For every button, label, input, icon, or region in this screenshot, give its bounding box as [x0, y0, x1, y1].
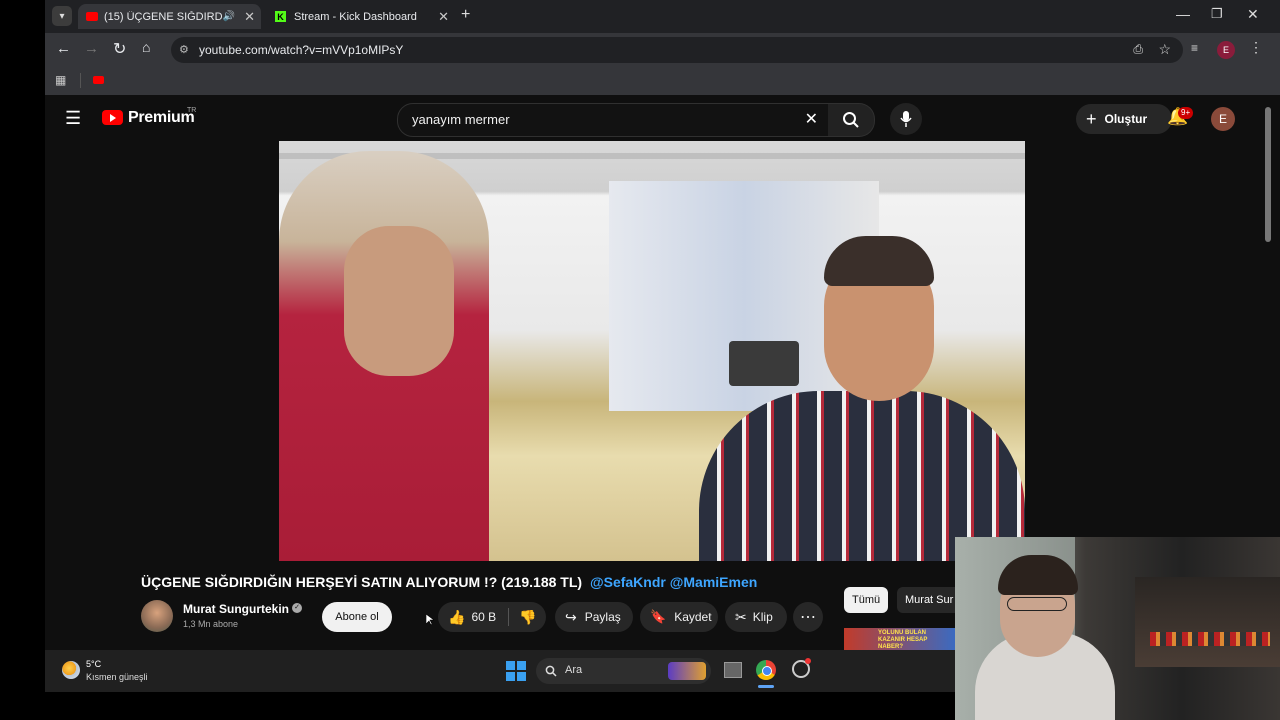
bookmarks-bar: ▦	[45, 67, 1280, 95]
region-code: TR	[187, 107, 197, 114]
kick-icon: K	[275, 11, 286, 22]
scissors-icon: ✂	[735, 608, 747, 625]
tab-kick[interactable]: K Stream - Kick Dashboard ✕	[267, 4, 455, 29]
bookmark-star-icon[interactable]: ☆	[1158, 41, 1171, 58]
weather-icon[interactable]	[62, 661, 80, 679]
site-info-icon[interactable]: ⚙	[179, 43, 189, 56]
windows-taskbar: 5°C Kısmen güneşli Ara	[45, 650, 955, 692]
plus-icon: +	[1086, 108, 1097, 129]
menu-icon[interactable]: ☰	[65, 108, 81, 129]
taskbar-search[interactable]: Ara	[536, 658, 711, 684]
title-mentions[interactable]: @SefaKndr @MamiEmen	[590, 574, 757, 590]
webcam-overlay	[955, 537, 1280, 720]
temperature[interactable]: 5°C	[86, 659, 101, 669]
kitchen-shelf	[1135, 577, 1280, 667]
close-tab-icon[interactable]: ✕	[244, 9, 255, 25]
home-icon[interactable]: ⌂	[142, 39, 150, 55]
video-title-text: ÜÇGENE SIĞDIRDIĞIN HERŞEYİ SATIN ALIYORU…	[141, 574, 583, 590]
taskbar-search-label: Ara	[565, 664, 583, 676]
channel-name[interactable]: Murat Sungurtekin	[183, 602, 289, 616]
weather-description[interactable]: Kısmen güneşli	[86, 672, 148, 682]
media-controls-icon[interactable]: ≡	[1191, 41, 1198, 55]
browser-tab-bar: ▾ (15) ÜÇGENE SIĞDIRDIĞIN 🔊 ✕ K Stream -…	[45, 0, 1280, 33]
verified-icon: ✓	[292, 603, 302, 613]
share-button[interactable]: ↪ Paylaş	[555, 602, 633, 632]
youtube-logo-icon[interactable]	[102, 110, 123, 125]
like-count[interactable]: 60 B	[471, 610, 496, 624]
notification-badge: 9+	[1178, 107, 1194, 119]
search-value: yanayım mermer	[412, 112, 510, 127]
forward-icon[interactable]: →	[84, 40, 99, 57]
search-icon	[545, 665, 557, 677]
video-player[interactable]	[279, 141, 1025, 561]
subscribe-button[interactable]: Abone ol	[322, 602, 392, 632]
back-icon[interactable]: ←	[56, 40, 71, 57]
youtube-icon	[86, 12, 98, 21]
task-view-icon[interactable]	[724, 662, 742, 678]
mouse-cursor-icon	[426, 614, 434, 626]
clip-button[interactable]: ✂ Klip	[725, 602, 787, 632]
tab-title: (15) ÜÇGENE SIĞDIRDIĞIN	[104, 10, 222, 23]
url-text: youtube.com/watch?v=mVVp1oMIPsY	[199, 43, 404, 57]
glasses	[1007, 597, 1067, 611]
browser-toolbar: ← → ↻ ⌂ ⚙ youtube.com/watch?v=mVVp1oMIPs…	[45, 33, 1280, 67]
dislike-icon[interactable]: 👎	[519, 609, 536, 626]
person-right-shirt	[699, 391, 1025, 561]
tab-title: Stream - Kick Dashboard	[294, 10, 417, 23]
share-label: Paylaş	[584, 610, 621, 624]
divider	[80, 73, 81, 88]
browser-menu-icon[interactable]: ⋮	[1249, 39, 1263, 56]
speaker-icon[interactable]: 🔊	[223, 11, 235, 22]
create-button[interactable]: + Oluştur	[1076, 104, 1172, 134]
subscriber-count: 1,3 Mn abone	[183, 619, 239, 629]
youtube-logo-text[interactable]: Premium	[128, 109, 195, 127]
save-label: Kaydet	[674, 610, 712, 624]
save-button[interactable]: 🔖 Kaydet	[640, 602, 718, 632]
bookmark-icon: 🔖	[650, 609, 667, 624]
clear-search-icon[interactable]: ✕	[805, 109, 818, 129]
chip-all[interactable]: Tümü	[844, 587, 889, 613]
tab-youtube[interactable]: (15) ÜÇGENE SIĞDIRDIĞIN 🔊 ✕	[78, 4, 261, 29]
more-actions-button[interactable]: ⋯	[793, 602, 823, 632]
new-tab-button[interactable]: +	[461, 6, 470, 24]
account-avatar[interactable]: E	[1211, 107, 1235, 131]
voice-search-button[interactable]	[890, 103, 922, 135]
create-label: Oluştur	[1104, 112, 1148, 126]
video-title: ÜÇGENE SIĞDIRDIĞIN HERŞEYİ SATIN ALIYORU…	[141, 574, 757, 590]
window-close-button[interactable]: ✕	[1247, 6, 1259, 23]
shelf-jars	[1150, 632, 1270, 646]
microphone-icon	[900, 111, 912, 127]
apps-grid-icon[interactable]: ▦	[55, 73, 66, 87]
raised-hand	[344, 226, 454, 376]
search-highlight-icon	[668, 662, 706, 680]
address-bar[interactable]: ⚙ youtube.com/watch?v=mVVp1oMIPsY ⎙ ☆	[171, 37, 1183, 63]
close-tab-icon[interactable]: ✕	[438, 9, 449, 25]
share-icon: ↪	[565, 608, 577, 625]
recording-dot-icon	[805, 658, 811, 664]
humidifier-box	[729, 341, 799, 386]
person-right-hair	[824, 236, 934, 286]
active-app-indicator	[758, 685, 774, 688]
like-dislike-group: 👍 60 B 👎	[438, 602, 546, 632]
search-icon	[843, 112, 859, 128]
reload-icon[interactable]: ↻	[113, 39, 126, 59]
search-button[interactable]	[828, 103, 875, 137]
divider	[508, 608, 510, 626]
like-icon[interactable]: 👍	[448, 609, 465, 626]
channel-avatar[interactable]	[141, 600, 173, 632]
tab-search-button[interactable]: ▾	[52, 6, 72, 26]
recommended-thumbnail[interactable]: YOLUNU BULAN KAZANIR HESAP NABER?	[844, 628, 956, 650]
clip-label: Klip	[752, 610, 773, 624]
youtube-bookmark-icon[interactable]	[93, 76, 104, 84]
page-scrollbar[interactable]	[1265, 107, 1271, 242]
search-input[interactable]: yanayım mermer ✕	[397, 103, 829, 137]
chip-channel[interactable]: Murat Sur	[897, 587, 962, 613]
windows-start-icon[interactable]	[506, 661, 526, 681]
profile-avatar[interactable]: E	[1217, 41, 1235, 59]
restore-button[interactable]: ❐	[1211, 6, 1223, 22]
minimize-button[interactable]: —	[1176, 6, 1190, 22]
chrome-icon[interactable]	[756, 660, 776, 680]
thumbnail-caption: YOLUNU BULAN KAZANIR HESAP NABER?	[878, 630, 928, 650]
install-app-icon[interactable]: ⎙	[1133, 42, 1143, 57]
